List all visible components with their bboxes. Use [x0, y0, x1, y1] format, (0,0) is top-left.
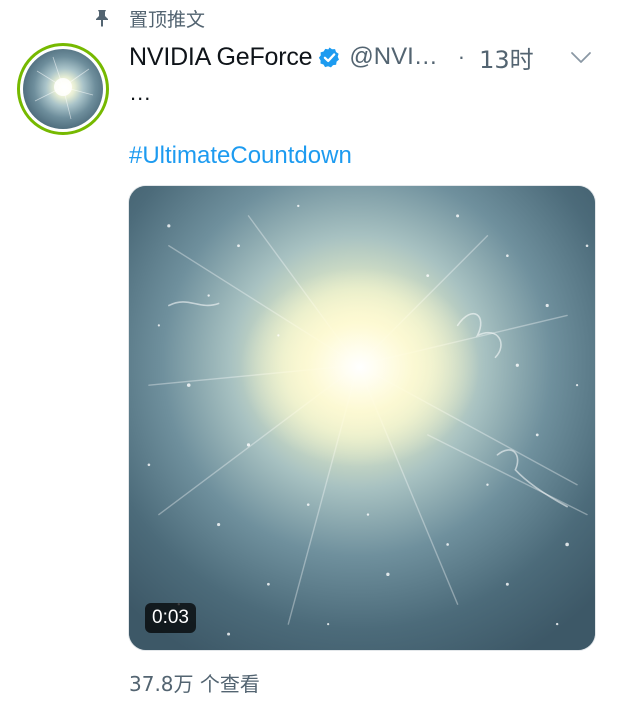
tweet-text-ellipsis: ... [130, 80, 152, 105]
author-handle[interactable]: @NVI… [349, 43, 437, 71]
pinned-label: 置顶推文 [129, 8, 206, 31]
verified-badge-icon [319, 46, 340, 67]
tweet-video[interactable]: 0:03 [128, 185, 596, 651]
hashtag-link[interactable]: #UltimateCountdown [129, 142, 352, 170]
video-duration-badge: 0:03 [145, 603, 196, 633]
author-display-name[interactable]: NVIDIA GeForce [129, 43, 313, 72]
video-thumbnail [129, 186, 595, 650]
header-separator: · [457, 44, 466, 69]
pinned-tweet-indicator: 置顶推文 [92, 4, 205, 32]
chevron-down-icon[interactable] [569, 45, 593, 69]
tweet-header: NVIDIA GeForce @NVI… · 13时 [129, 38, 599, 76]
view-count: 37.8万 个查看 [129, 672, 260, 696]
tweet-timestamp[interactable]: 13时 [479, 40, 534, 75]
author-avatar[interactable] [17, 43, 109, 135]
pin-icon [96, 10, 108, 27]
avatar-image [23, 49, 103, 129]
